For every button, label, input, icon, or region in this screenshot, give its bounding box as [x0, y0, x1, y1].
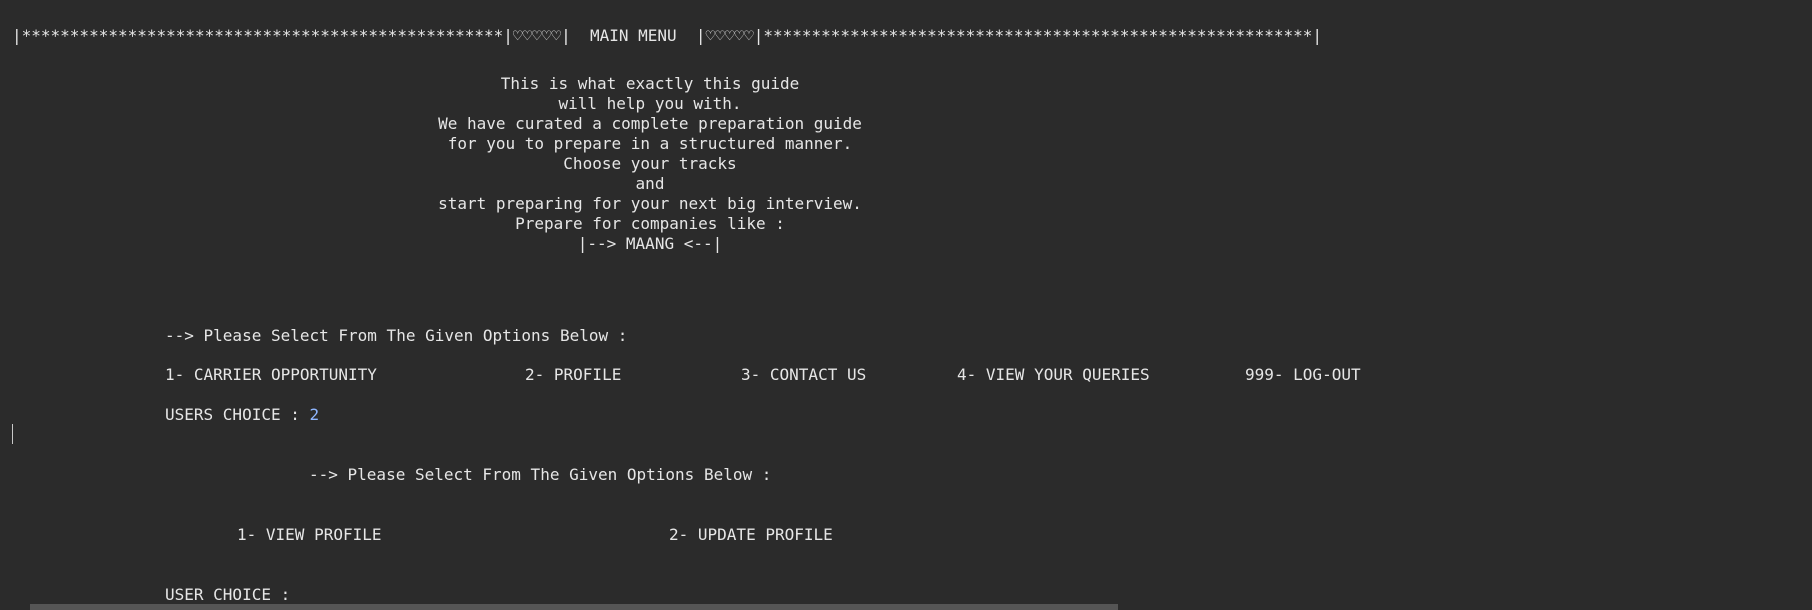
main-menu-banner: |***************************************… [12, 26, 1323, 45]
intro-line: Choose your tracks [563, 154, 737, 173]
option-contact-us: 3- CONTACT US [741, 365, 867, 384]
horizontal-scrollbar[interactable] [0, 604, 1812, 610]
option-profile: 2- PROFILE [525, 365, 622, 384]
user-choice-input-line[interactable]: USER CHOICE : [165, 585, 290, 605]
intro-line: We have curated a complete preparation g… [438, 114, 862, 133]
option-view-queries: 4- VIEW YOUR QUERIES [957, 365, 1150, 384]
option-carrier-opportunity: 1- CARRIER OPPORTUNITY [165, 365, 377, 384]
scrollbar-thumb[interactable] [30, 604, 1118, 610]
main-select-prompt: --> Please Select From The Given Options… [165, 326, 628, 345]
option-log-out: 999- LOG-OUT [1245, 365, 1361, 384]
intro-line: Prepare for companies like : [515, 214, 785, 233]
intro-line: and [635, 174, 665, 193]
intro-text-block: This is what exactly this guide will hel… [430, 74, 870, 254]
text-cursor [12, 424, 13, 444]
profile-select-prompt: --> Please Select From The Given Options… [309, 465, 772, 484]
users-choice-value: 2 [309, 405, 320, 424]
intro-line: will help you with. [558, 94, 742, 113]
intro-line-maang: |--> MAANG <--| [577, 234, 723, 253]
users-choice-label: USERS CHOICE : [165, 405, 310, 424]
users-choice-line: USERS CHOICE : 2 [165, 405, 319, 425]
intro-line: start preparing for your next big interv… [438, 194, 862, 213]
option-update-profile: 2- UPDATE PROFILE [669, 525, 833, 544]
intro-line: for you to prepare in a structured manne… [447, 134, 853, 153]
option-view-profile: 1- VIEW PROFILE [237, 525, 382, 544]
intro-line: This is what exactly this guide [500, 74, 800, 93]
